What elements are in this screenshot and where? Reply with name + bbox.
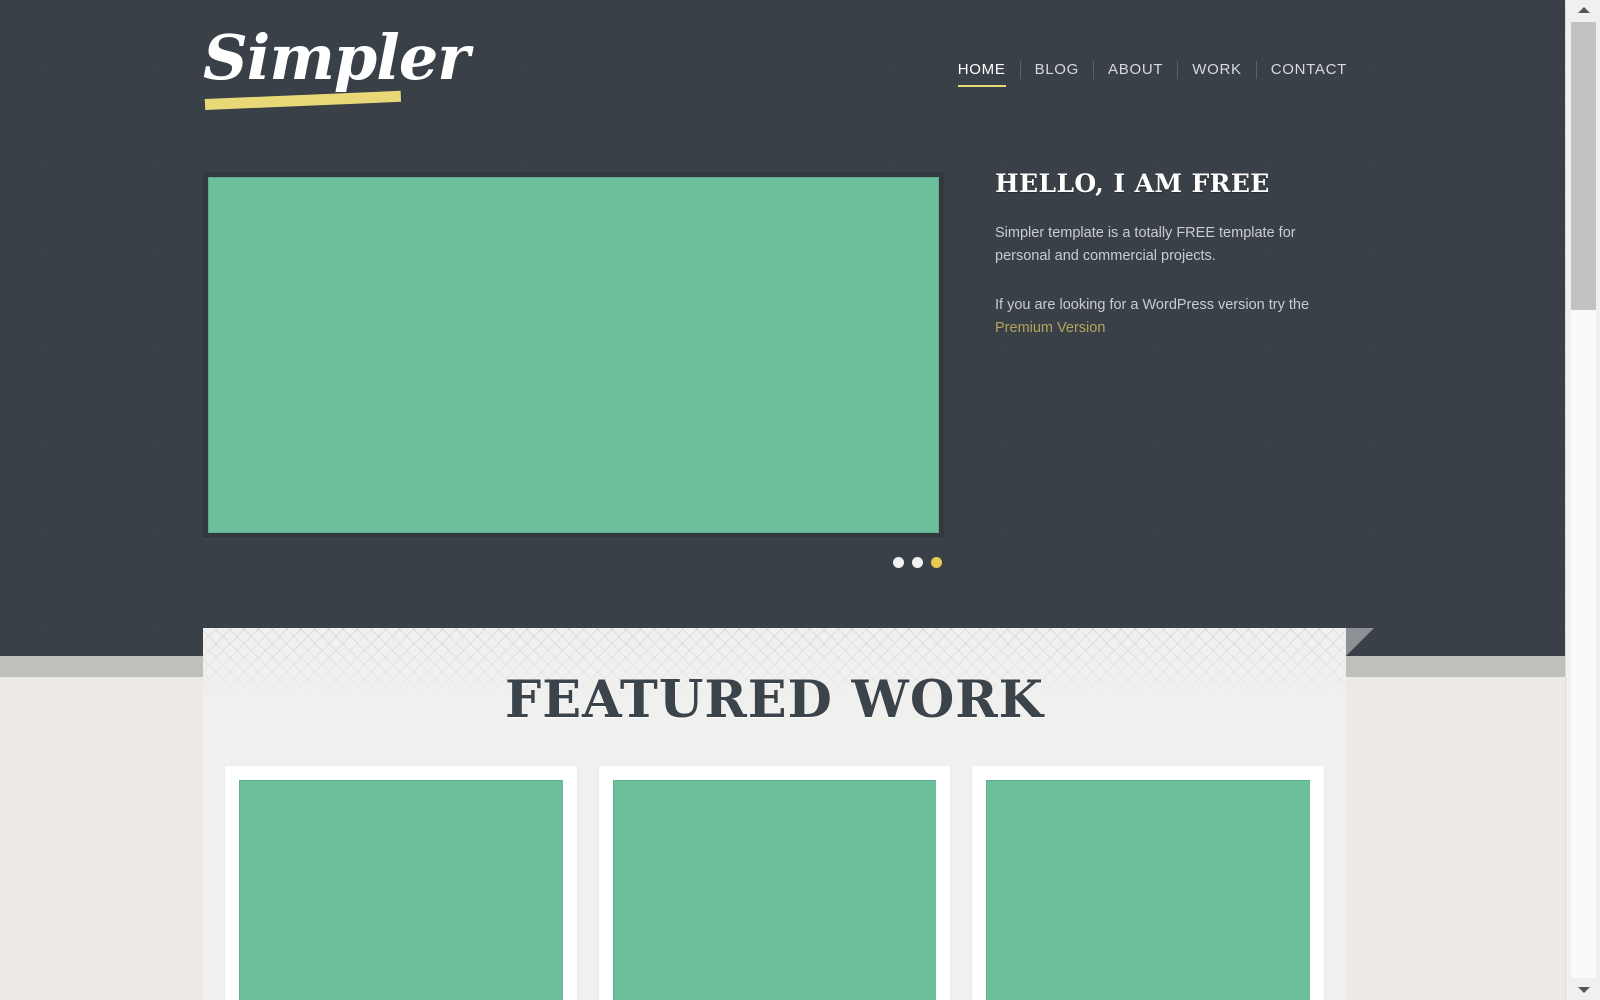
nav-item-about[interactable]: ABOUT: [1094, 60, 1177, 80]
nav-item-blog[interactable]: BLOG: [1021, 60, 1093, 80]
scroll-up-arrow-icon[interactable]: [1566, 0, 1600, 20]
featured-work-section: FEATURED WORK: [203, 628, 1346, 1000]
slider-dot-1[interactable]: [893, 557, 904, 568]
main-navigation: HOME BLOG ABOUT WORK CONTACT: [957, 60, 1347, 87]
hero-paragraph-2: If you are looking for a WordPress versi…: [995, 294, 1325, 340]
slider-dot-2[interactable]: [912, 557, 923, 568]
scrollbar-thumb[interactable]: [1571, 22, 1596, 310]
featured-work-title: FEATURED WORK: [505, 670, 1044, 730]
nav-item-contact[interactable]: CONTACT: [1257, 60, 1347, 80]
hero-copy: HELLO, I AM FREE Simpler template is a t…: [995, 168, 1325, 340]
hero-slider-image: [208, 177, 939, 533]
slider-dot-3[interactable]: [931, 557, 942, 568]
work-thumbnail-1: [239, 780, 563, 1000]
hero-slider[interactable]: [203, 172, 944, 538]
work-thumbnail-2: [612, 780, 937, 1000]
nav-item-home[interactable]: HOME: [957, 60, 1020, 87]
hero-slider-pagination: [893, 557, 942, 568]
hero-title: HELLO, I AM FREE: [995, 169, 1270, 198]
browser-scrollbar[interactable]: [1565, 0, 1600, 1000]
featured-work-grid: [203, 766, 1346, 1000]
site-logo[interactable]: Simpler: [203, 20, 470, 110]
ribbon-fold-right: [1346, 628, 1374, 656]
work-card[interactable]: [972, 766, 1325, 1000]
hero-paragraph-2-text: If you are looking for a WordPress versi…: [995, 297, 1310, 313]
work-thumbnail-3: [986, 780, 1311, 1000]
hero-paragraph-1: Simpler template is a totally FREE templ…: [995, 225, 1296, 264]
work-card[interactable]: [225, 766, 577, 1000]
nav-item-work[interactable]: WORK: [1178, 60, 1255, 80]
premium-version-link[interactable]: Premium Version: [995, 320, 1105, 336]
page-viewport: Simpler HOME BLOG ABOUT WORK CONTACT HEL…: [0, 0, 1565, 1000]
logo-wordmark: Simpler: [203, 21, 470, 94]
scroll-down-arrow-icon[interactable]: [1566, 980, 1600, 1000]
work-card[interactable]: [598, 766, 951, 1000]
